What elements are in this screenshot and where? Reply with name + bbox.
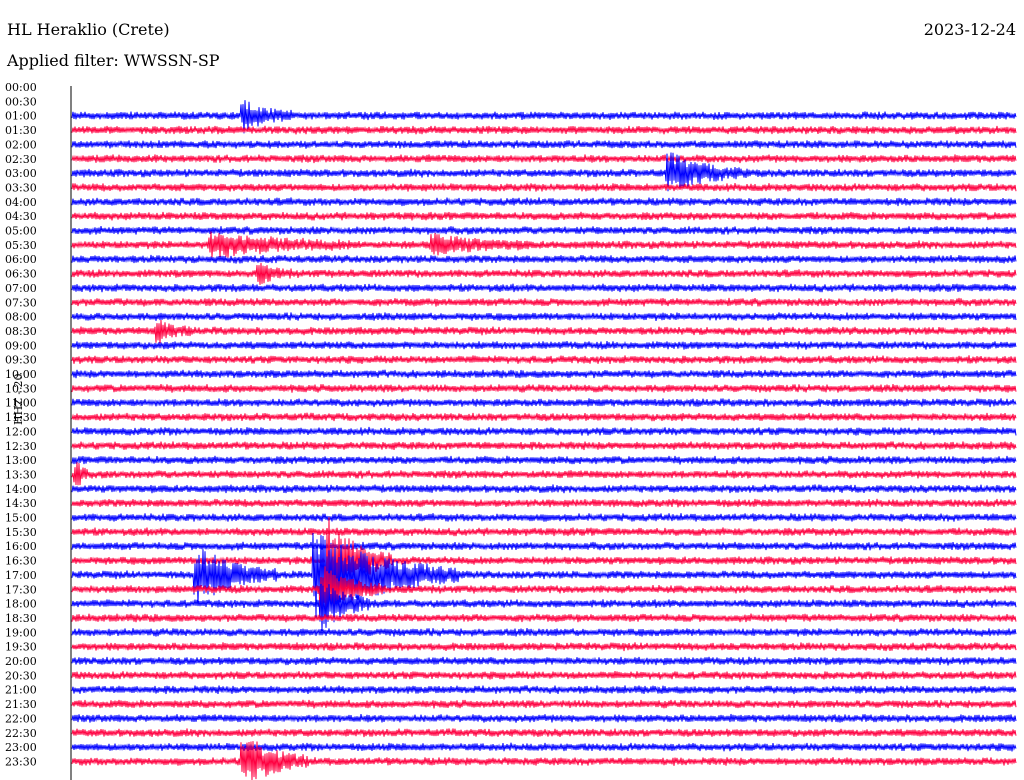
time-tick-label: 05:00 [5,225,37,238]
seismogram-trace-1230 [71,441,1017,451]
seismogram-trace-0900 [71,340,1017,350]
time-tick-label: 02:00 [5,138,37,151]
time-tick-label: 03:00 [5,167,37,180]
seismogram-trace-0630 [71,262,1017,285]
seismogram-trace-0230 [71,154,1017,164]
time-tick-label: 08:30 [5,325,37,338]
seismogram-trace-0830 [71,319,1017,344]
time-tick-label: 22:00 [5,712,37,725]
seismogram-trace-1900 [71,627,1017,637]
seismogram-trace-0600 [71,254,1017,264]
seismogram-trace-0200 [71,140,1017,149]
seismogram-trace-2230 [71,728,1017,738]
time-tick-label: 16:30 [5,555,37,568]
seismogram-trace-2030 [71,671,1017,680]
seismogram-trace-1300 [71,455,1017,465]
seismogram-trace-2100 [71,685,1017,695]
helicorder-plot: 00:0000:30 01:0001:3002:00 02:3003:0003:30… [5,81,1017,780]
time-tick-label: 04:00 [5,196,37,209]
seismogram-trace-1330 [71,462,1017,486]
time-tick-label: 22:30 [5,727,37,740]
time-tick-label: 20:30 [5,669,37,682]
time-tick-label: 13:00 [5,454,37,467]
seismogram-trace-1430 [71,498,1017,508]
seismogram-trace-1200 [71,426,1017,436]
seismogram-trace-0500 [71,226,1017,235]
time-tick-label: 14:00 [5,483,37,496]
time-tick-label: 09:30 [5,354,37,367]
seismogram-trace-0930 [71,355,1017,364]
time-tick-label: 04:30 [5,210,37,223]
seismogram-trace-0330 [71,183,1017,192]
seismogram-trace-0730 [71,297,1017,307]
seismogram-trace-2300 [71,742,1017,752]
seismogram-trace-1030 [71,384,1017,393]
seismogram-trace-1930 [71,642,1017,652]
time-tick-label: 15:00 [5,512,37,525]
time-tick-label: 15:30 [5,526,37,539]
seismogram-trace-0400 [71,197,1017,207]
time-tick-label: 14:30 [5,497,37,510]
seismogram-trace-1100 [71,398,1017,408]
seismogram-trace-1830 [71,613,1017,623]
time-tick-label: 06:30 [5,268,37,281]
time-tick-label: 06:00 [5,253,37,266]
time-tick-label: 07:00 [5,282,37,295]
seismogram-trace-1600 [71,541,1017,551]
seismogram-trace-0430 [71,211,1017,221]
seismogram-trace-0700 [71,283,1017,293]
time-tick-label: 18:00 [5,598,37,611]
time-tick-label: 19:00 [5,626,37,639]
time-tick-label: 11:30 [5,411,37,424]
time-tick-label: 21:00 [5,684,37,697]
time-tick-label: 00:00 [5,81,37,94]
time-tick-labels: 00:0000:30 01:0001:3002:00 02:3003:0003:30… [5,81,37,768]
seismogram-trace-2130 [71,699,1017,709]
time-tick-label: 23:00 [5,741,37,754]
time-tick-label: 01:00 [5,110,37,123]
time-tick-label: 16:00 [5,540,37,553]
time-tick-label: 20:00 [5,655,37,668]
time-tick-label: 17:30 [5,583,37,596]
time-tick-label: 10:00 [5,368,37,381]
time-tick-label: 08:00 [5,311,37,324]
time-tick-label: 03:30 [5,181,37,194]
time-tick-label: 00:30 [5,95,37,108]
time-tick-label: 13:30 [5,468,37,481]
seismogram-trace-2200 [71,713,1017,723]
time-tick-label: 10:30 [5,382,37,395]
seismogram-trace-0130 [71,125,1017,135]
time-tick-label: 07:30 [5,296,37,309]
seismogram-trace-1400 [71,484,1017,494]
time-tick-label: 05:30 [5,239,37,252]
time-tick-label: 19:30 [5,641,37,654]
time-tick-label: 12:30 [5,440,37,453]
time-tick-label: 11:00 [5,397,37,410]
seismogram-trace-0530 [71,231,1017,258]
seismogram-trace-1130 [71,412,1017,422]
time-tick-label: 23:30 [5,755,37,768]
time-tick-label: 12:00 [5,425,37,438]
time-tick-label: 18:30 [5,612,37,625]
time-tick-label: 17:00 [5,569,37,582]
seismogram-trace-0800 [71,312,1017,321]
seismogram-trace-1530 [71,527,1017,537]
seismogram-trace-1000 [71,369,1017,379]
seismogram-trace-1500 [71,513,1017,522]
time-tick-label: 01:30 [5,124,37,137]
time-tick-label: 02:30 [5,153,37,166]
seismogram-trace-2000 [71,656,1017,666]
time-tick-label: 21:30 [5,698,37,711]
time-tick-label: 09:00 [5,339,37,352]
seismogram-traces [71,100,1017,780]
